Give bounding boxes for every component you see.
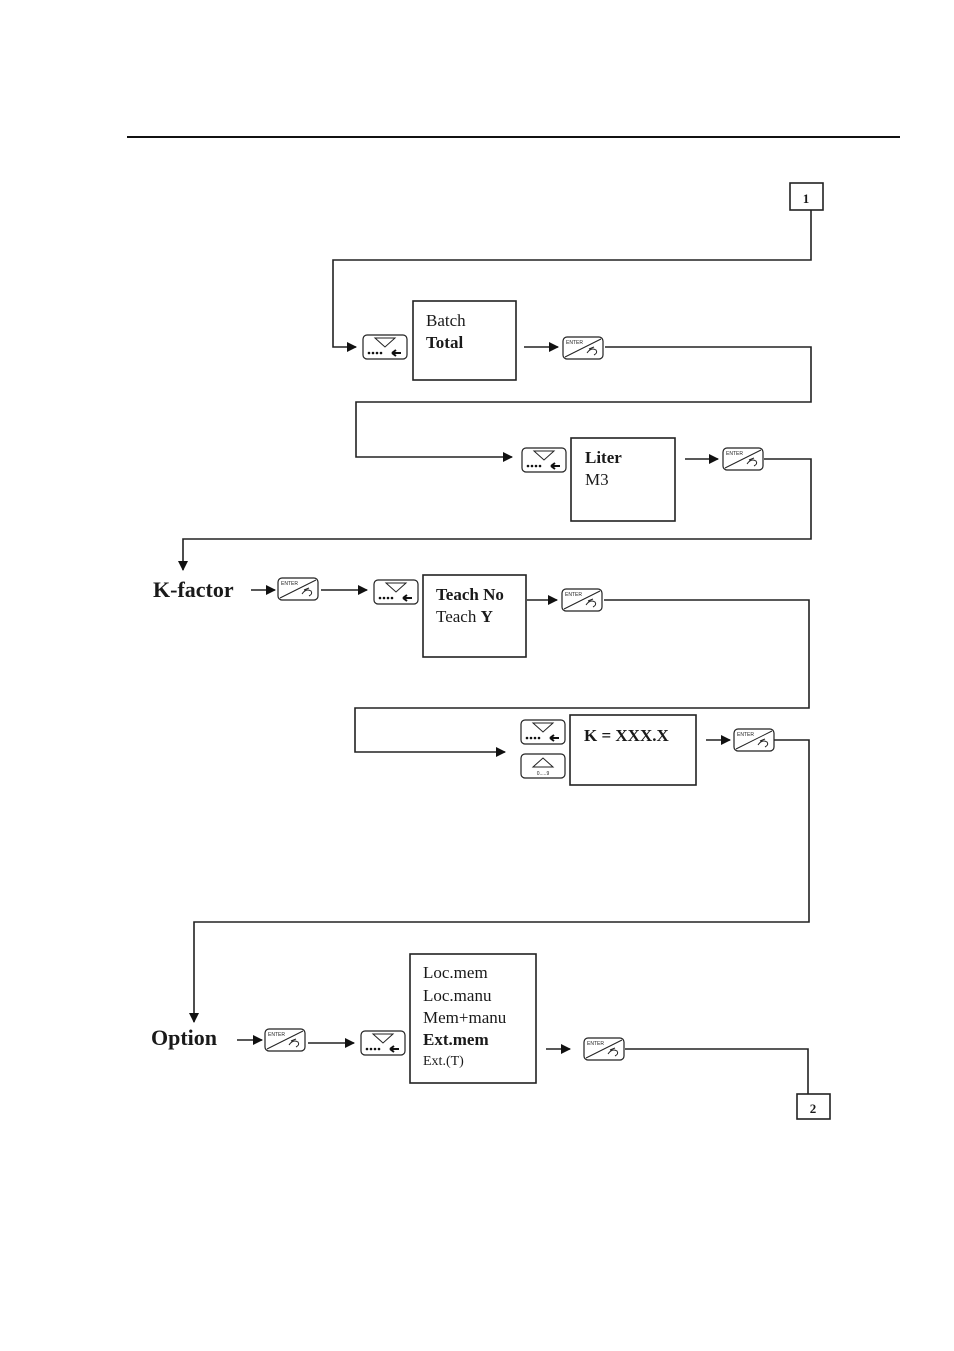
menu-option-item-2: Mem+manu [423,1008,507,1027]
k-value-label: K = XXX.X [584,726,669,745]
flow-line-3 [178,458,812,571]
menu-mode-item-0: Batch [426,311,466,330]
connector-start: 1 [789,182,824,211]
key-down-scroll-icon[interactable] [521,447,567,473]
flow-line-1 [332,210,812,352]
menu-option-item-0: Loc.mem [423,963,488,982]
menu-option-item-3: Ext.mem [423,1030,489,1049]
menu-teach-item-1: Teach Y [436,607,493,626]
key-down-scroll-icon[interactable] [360,1030,406,1056]
menu-unit-item-0: Liter [585,448,622,467]
flow-line-6 [625,1048,809,1094]
section-kfactor-label: K-factor [153,577,234,602]
connector-start-label: 1 [803,191,810,206]
menu-unit-item-1: M3 [585,470,609,489]
enter-key-label: ENTER [737,732,754,738]
menu-mode-item-1: Total [426,333,463,352]
menu-option-item-4: Ext.(T) [423,1054,464,1069]
section-option-label: Option [151,1025,217,1050]
key-down-scroll-icon[interactable] [362,334,408,360]
enter-key-label: ENTER [565,592,582,598]
flow-diagram: 1 Batch Total ENTER Liter M3 ENTER K-fac… [127,136,900,1120]
connector-end-label: 2 [810,1101,817,1116]
enter-key-label: ENTER [566,340,583,346]
connector-end: 2 [796,1093,831,1120]
enter-key-label: ENTER [268,1032,285,1038]
enter-key-label: ENTER [587,1041,604,1047]
key-up-increment-icon[interactable]: 0.....9 [520,753,566,779]
menu-teach-item-0: Teach No [436,585,504,604]
menu-option-item-1: Loc.manu [423,986,492,1005]
key-down-scroll-icon[interactable] [520,719,566,745]
key-down-scroll-icon[interactable] [373,579,419,605]
svg-text:0.....9: 0.....9 [537,771,550,777]
enter-key-label: ENTER [726,451,743,457]
enter-key-label: ENTER [281,581,298,587]
